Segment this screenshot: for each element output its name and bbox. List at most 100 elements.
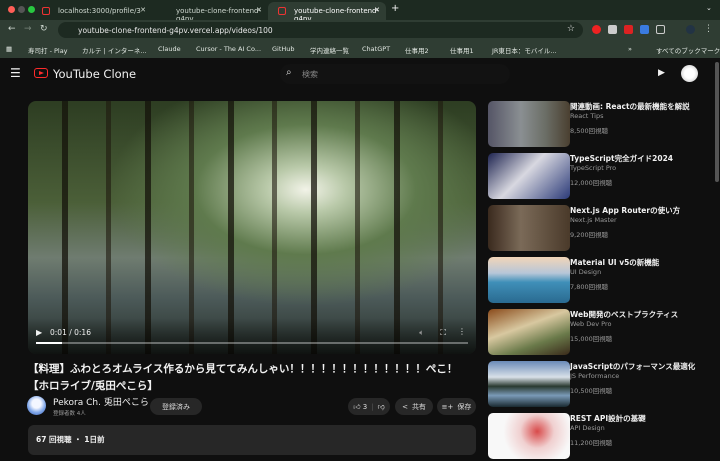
related-title: Material UI v5の新機能 <box>570 258 660 267</box>
playlist-add-icon: ≡+ <box>441 402 454 411</box>
related-video-item[interactable]: Next.js App Routerの使い方 Next.js Master 9,20… <box>488 205 708 253</box>
like-count: 3 <box>362 403 368 411</box>
more-bookmarks-icon[interactable]: » <box>628 45 632 53</box>
video-thumbnail[interactable] <box>488 153 570 199</box>
related-views: 15,000回視聴 <box>570 335 613 343</box>
close-tab-icon[interactable]: ✕ <box>140 6 146 14</box>
related-video-item[interactable]: 関連動画: Reactの最新機能を解説 React Tips 8,500回視聴 <box>488 101 708 149</box>
page-scrollbar[interactable] <box>715 62 719 182</box>
extension-icon[interactable] <box>608 25 617 34</box>
related-video-item[interactable]: TypeScript完全ガイド2024 TypeScript Pro 12,000回… <box>488 153 708 201</box>
progress-bar[interactable] <box>36 342 468 344</box>
user-avatar[interactable] <box>681 65 698 82</box>
share-button[interactable]: < 共有 <box>395 398 433 415</box>
video-thumbnail[interactable] <box>488 257 570 303</box>
video-thumbnail[interactable] <box>488 361 570 407</box>
channel-name[interactable]: Pekora Ch. 兎田ぺこら <box>53 395 149 408</box>
fullscreen-icon[interactable]: ⛶ <box>440 328 446 338</box>
video-thumbnail[interactable] <box>488 413 570 459</box>
reload-button[interactable]: ↻ <box>40 24 48 34</box>
description-box[interactable]: 67 回視聴 ・ 1日前 <box>28 425 476 455</box>
extension-icon[interactable] <box>624 25 633 34</box>
video-title: 【料理】ふわとろオムライス作るから見ててみんしゃい！！！！！！！！！！！！！ぺこ… <box>28 363 458 392</box>
youtube-favicon-icon <box>42 7 50 15</box>
video-thumbnail[interactable] <box>488 205 570 251</box>
bookmark-folder[interactable]: 仕事用1 <box>450 45 474 55</box>
dislike-button[interactable]: 👎︎ <box>378 402 385 411</box>
address-bar-row: ← → ↻ youtube-clone-frontend-g4pv.vercel… <box>0 20 720 40</box>
related-channel: JS Performance <box>570 372 620 380</box>
hamburger-menu-icon[interactable]: ☰ <box>10 66 21 80</box>
search-input[interactable]: ⌕ 検索 <box>280 64 510 84</box>
back-button[interactable]: ← <box>8 24 16 34</box>
app-title[interactable]: YouTube Clone <box>53 67 136 81</box>
like-button[interactable]: 👍︎ 3 <box>353 402 367 411</box>
bookmark[interactable]: カルテ | インターネ... <box>82 45 147 55</box>
tab-label: youtube-clone-frontend-g4pv <box>176 7 262 20</box>
bookmark[interactable]: 寿司打 - Play <box>28 45 68 55</box>
translate-extension-icon[interactable] <box>640 25 649 34</box>
video-player[interactable]: ▶ 0:01 / 0:16 🔈︎ ⛶ ⋮ <box>28 101 476 354</box>
save-label: 保存 <box>457 402 472 411</box>
all-bookmarks-folder[interactable]: すべてのブックマーク <box>656 45 720 55</box>
channel-avatar[interactable] <box>27 396 46 415</box>
browser-tab[interactable]: youtube-clone-frontend-g4pv ✕ <box>150 2 268 20</box>
video-thumbnail[interactable] <box>488 309 570 355</box>
profile-icon[interactable] <box>686 25 695 34</box>
youtube-logo-icon[interactable] <box>34 68 48 78</box>
menu-icon[interactable]: ⋮ <box>704 24 713 34</box>
browser-tab-bar: localhost:3000/profile/3 ✕ youtube-clone-… <box>0 0 720 20</box>
url-text: youtube-clone-frontend-g4pv.vercel.app/v… <box>78 26 273 35</box>
video-controls: ▶ 0:01 / 0:16 🔈︎ ⛶ ⋮ <box>28 318 476 354</box>
bookmark[interactable]: GitHub <box>272 45 295 53</box>
close-tab-icon[interactable]: ✕ <box>374 6 380 14</box>
related-views: 9,200回視聴 <box>570 231 609 239</box>
search-icon[interactable]: ⌕ <box>286 67 292 78</box>
bookmark[interactable]: JR東日本：モバイル... <box>492 45 557 55</box>
bookmark[interactable]: Cursor - The AI Co... <box>196 45 261 53</box>
volume-icon[interactable]: 🔈︎ <box>419 328 424 338</box>
subscribe-button[interactable]: 登録済み <box>150 398 202 415</box>
more-options-icon[interactable]: ⋮ <box>458 327 466 336</box>
related-title: TypeScript完全ガイド2024 <box>570 154 674 163</box>
video-thumbnail[interactable] <box>488 101 570 147</box>
related-views: 12,000回視聴 <box>570 179 613 187</box>
share-label: 共有 <box>411 402 426 411</box>
related-video-item[interactable]: Web開発のベストプラクティス Web Dev Pro 15,000回視聴 <box>488 309 708 357</box>
apps-grid-icon[interactable]: ▦ <box>6 45 12 53</box>
save-button[interactable]: ≡+ 保存 <box>437 398 476 415</box>
bookmark-folder[interactable]: 仕事用2 <box>405 45 429 55</box>
related-channel: API Design <box>570 424 605 432</box>
progress-fill <box>36 342 62 344</box>
browser-tab[interactable]: localhost:3000/profile/3 ✕ <box>32 2 152 20</box>
bookmark[interactable]: Claude <box>158 45 181 53</box>
play-button[interactable]: ▶ <box>36 328 42 337</box>
related-video-item[interactable]: JavaScriptのパフォーマンス最適化 JS Performance 10,50… <box>488 361 708 409</box>
extensions-puzzle-icon[interactable] <box>656 25 665 34</box>
app-header: ☰ YouTube Clone ⌕ 検索 ▶︎ <box>0 58 714 90</box>
related-title: Web開発のベストプラクティス <box>570 310 679 319</box>
related-video-item[interactable]: REST API設計の基礎 API Design 11,200回視聴 <box>488 413 708 461</box>
bookmark[interactable]: ChatGPT <box>362 45 390 53</box>
bookmark[interactable]: 学内連絡一覧 <box>310 45 349 55</box>
new-tab-button[interactable]: + <box>391 3 399 14</box>
upload-video-icon[interactable]: ▶︎ <box>658 68 665 78</box>
close-tab-icon[interactable]: ✕ <box>256 6 262 14</box>
browser-tab-active[interactable]: youtube-clone-frontend-g4pv ✕ <box>268 2 386 20</box>
extension-icon[interactable] <box>592 25 601 34</box>
related-channel: UI Design <box>570 268 602 276</box>
forward-button[interactable]: → <box>24 24 32 34</box>
like-dislike-group: 👍︎ 3 | 👎︎ <box>348 398 390 415</box>
related-title: JavaScriptのパフォーマンス最適化 <box>570 362 696 371</box>
subscriber-count: 登録者数 4人 <box>53 411 86 417</box>
url-input[interactable]: youtube-clone-frontend-g4pv.vercel.app/v… <box>58 22 583 38</box>
tab-search-button[interactable]: ⌄ <box>706 4 712 12</box>
related-views: 7,800回視聴 <box>570 283 609 291</box>
time-display: 0:01 / 0:16 <box>50 328 91 337</box>
related-title: Next.js App Routerの使い方 <box>570 206 681 215</box>
related-views: 8,500回視聴 <box>570 127 609 135</box>
minimize-window-button[interactable] <box>18 6 25 13</box>
close-window-button[interactable] <box>8 6 15 13</box>
bookmark-star-icon[interactable]: ☆ <box>567 24 575 34</box>
related-video-item[interactable]: Material UI v5の新機能 UI Design 7,800回視聴 <box>488 257 708 305</box>
